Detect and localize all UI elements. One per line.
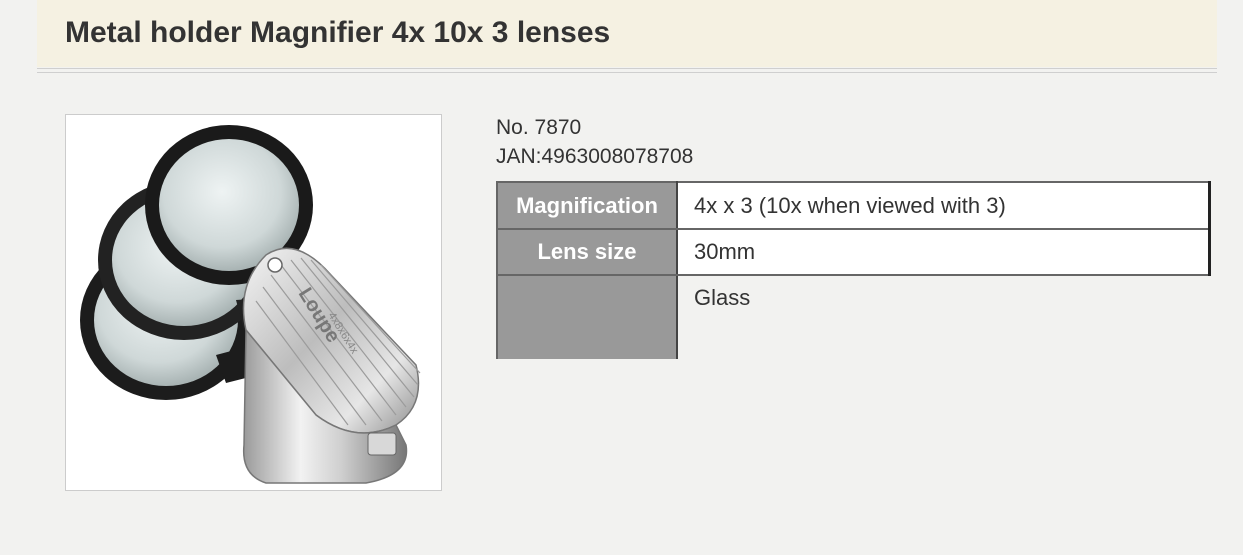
metal-holder: Loupe 4x8x6x4x — [242, 247, 421, 484]
page-header: Metal holder Magnifier 4x 10x 3 lenses — [37, 0, 1217, 67]
page-title: Metal holder Magnifier 4x 10x 3 lenses — [65, 16, 611, 49]
spec-row-material: Glass — [496, 274, 1210, 359]
product-number: No. 7870 — [496, 116, 582, 139]
magnifier-loupe-photo-icon: Loupe 4x8x6x4x — [80, 125, 421, 484]
spec-value-magnification: 4x x 3 (10x when viewed with 3) — [676, 181, 1211, 230]
spec-label-material — [496, 274, 678, 359]
spec-value-lens-size: 30mm — [676, 228, 1211, 276]
spec-table: Magnification 4x x 3 (10x when viewed wi… — [496, 181, 1211, 359]
spec-value-material: Glass — [676, 275, 1210, 359]
header-divider-bottom — [37, 72, 1217, 73]
spec-label-lens-size: Lens size — [496, 228, 678, 276]
spec-row-magnification: Magnification 4x x 3 (10x when viewed wi… — [496, 181, 1211, 230]
header-divider-top — [37, 68, 1217, 69]
product-image: Loupe 4x8x6x4x — [65, 114, 442, 491]
spec-row-lens-size: Lens size 30mm — [496, 228, 1211, 276]
spec-label-magnification: Magnification — [496, 181, 678, 230]
product-jan-code: JAN:4963008078708 — [496, 145, 694, 168]
